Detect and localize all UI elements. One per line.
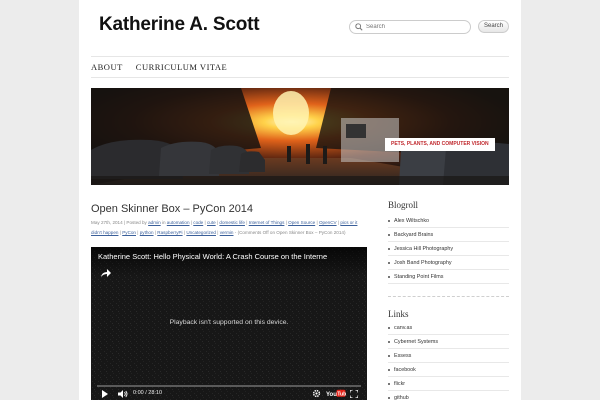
header-image <box>91 88 509 185</box>
bullet-icon <box>388 369 390 371</box>
category-link[interactable]: code <box>193 220 203 225</box>
bullet-icon <box>388 220 390 222</box>
post-title[interactable]: Open Skinner Box – PyCon 2014 <box>91 203 253 215</box>
nav-item-about[interactable]: ABOUT <box>91 62 123 76</box>
category-link[interactable]: python <box>140 230 154 235</box>
post-meta: May 27th, 2014 | Posted by admin in auto… <box>91 220 358 235</box>
category-link[interactable]: vermin <box>220 230 234 235</box>
nav-divider <box>91 77 509 78</box>
category-link[interactable]: Open Source <box>288 220 315 225</box>
category-link[interactable]: OpenCV <box>319 220 337 225</box>
links-link[interactable]: github <box>388 391 509 400</box>
bullet-icon <box>388 383 390 385</box>
blogroll-link[interactable]: Standing Point Films <box>388 270 509 284</box>
category-link[interactable]: Internet of Things <box>249 220 285 225</box>
header-divider <box>91 56 509 57</box>
category-link[interactable]: automation <box>167 220 190 225</box>
search-box[interactable] <box>349 20 471 34</box>
volume-icon[interactable] <box>118 390 128 398</box>
search-button[interactable]: Search <box>478 20 509 33</box>
links-link[interactable]: Cybernet Systems <box>388 335 509 349</box>
bullet-icon <box>388 355 390 357</box>
blogroll-link[interactable]: Backyard Brains <box>388 228 509 242</box>
widget-divider <box>388 296 509 297</box>
video-controls: 0:00 / 28:10 You Tube <box>91 388 367 400</box>
video-time: 0:00 / 28:10 <box>133 390 163 396</box>
bullet-icon <box>388 234 390 236</box>
bullet-icon <box>388 341 390 343</box>
video-player[interactable]: Katherine Scott: Hello Physical World: A… <box>91 247 367 400</box>
post-comments-status: - (Comments Off on Open Skinner Box – Py… <box>233 230 346 235</box>
bullet-icon <box>388 248 390 250</box>
blogroll-title: Blogroll <box>388 200 419 210</box>
search-icon <box>355 23 363 31</box>
site-title[interactable]: Katherine A. Scott <box>99 14 260 36</box>
links-title: Links <box>388 309 409 319</box>
fullscreen-icon[interactable] <box>350 389 358 398</box>
links-link[interactable]: canv.as <box>388 321 509 335</box>
blogroll-list: Alex Wiltschko Backyard Brains Jessica H… <box>388 214 509 284</box>
main-nav: ABOUT CURRICULUM VITAE <box>91 62 227 76</box>
bullet-icon <box>388 262 390 264</box>
settings-gear-icon[interactable] <box>312 389 321 398</box>
svg-text:Tube: Tube <box>337 392 346 398</box>
playback-message: Playback isn't supported on this device. <box>169 319 289 326</box>
links-link[interactable]: facebook <box>388 363 509 377</box>
bullet-icon <box>388 397 390 399</box>
blogroll-link[interactable]: Josh Band Photography <box>388 256 509 270</box>
nav-item-curriculum-vitae[interactable]: CURRICULUM VITAE <box>136 62 227 76</box>
blogroll-link[interactable]: Alex Wiltschko <box>388 214 509 228</box>
links-list: canv.as Cybernet Systems Essess facebook… <box>388 321 509 400</box>
play-icon[interactable] <box>101 390 109 398</box>
blogroll-link[interactable]: Jessica Hill Photography <box>388 242 509 256</box>
search-input[interactable] <box>366 21 466 33</box>
category-link[interactable]: Uncategorized <box>186 230 216 235</box>
category-link[interactable]: RaspberryPi <box>157 230 182 235</box>
category-link[interactable]: domestic life <box>219 220 245 225</box>
post-author-link[interactable]: admin <box>148 220 161 225</box>
video-title[interactable]: Katherine Scott: Hello Physical World: A… <box>98 252 362 261</box>
category-link[interactable]: cute <box>207 220 216 225</box>
links-link[interactable]: flickr <box>388 377 509 391</box>
site-tagline: PETS, PLANTS, AND COMPUTER VISION <box>385 138 495 151</box>
page: Katherine A. Scott Search ABOUT CURRICUL… <box>79 0 521 400</box>
bullet-icon <box>388 327 390 329</box>
svg-text:You: You <box>326 392 337 398</box>
share-icon[interactable] <box>99 267 111 279</box>
video-progress-bar[interactable] <box>97 385 361 387</box>
links-link[interactable]: Essess <box>388 349 509 363</box>
youtube-logo-icon[interactable]: You Tube <box>326 389 346 398</box>
post-date: May 27th, 2014 | Posted by <box>91 220 149 225</box>
bullet-icon <box>388 276 390 278</box>
category-link[interactable]: PyCon <box>122 230 136 235</box>
